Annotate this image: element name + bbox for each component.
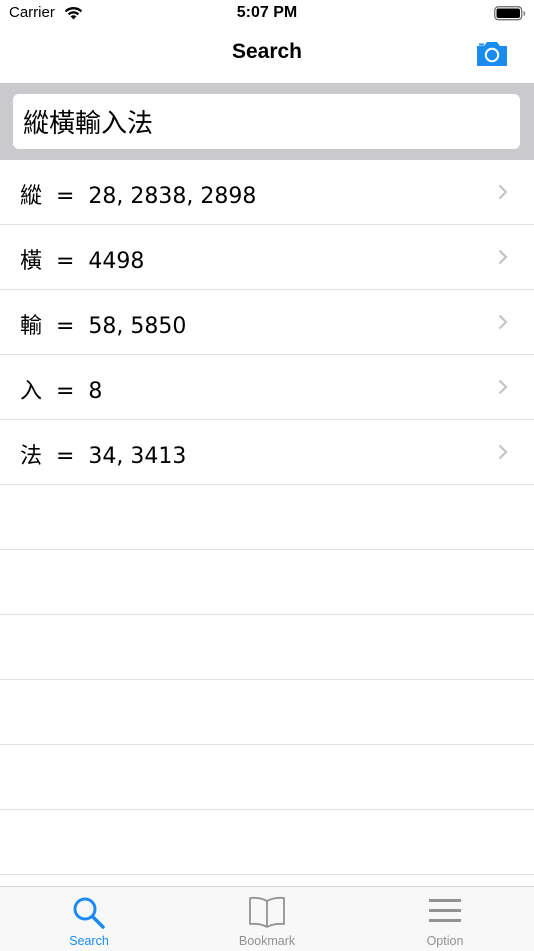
camera-button[interactable]	[475, 40, 509, 68]
chevron-right-icon	[498, 444, 508, 460]
tab-search[interactable]: Search	[0, 887, 178, 951]
battery-icon	[494, 6, 526, 25]
menu-icon	[429, 899, 461, 922]
empty-row	[0, 550, 534, 615]
search-bar	[0, 83, 534, 160]
empty-row	[0, 615, 534, 680]
result-text: 橫 = 4498	[20, 249, 145, 274]
chevron-right-icon	[498, 314, 508, 330]
result-text: 輸 = 58, 5850	[20, 314, 187, 339]
tab-bookmark[interactable]: Bookmark	[178, 887, 356, 951]
empty-row	[0, 485, 534, 550]
navigation-bar: Search	[0, 28, 534, 82]
status-bar: Carrier 5:07 PM	[0, 0, 534, 28]
chevron-right-icon	[498, 249, 508, 265]
result-text: 縱 = 28, 2838, 2898	[20, 184, 257, 209]
tab-bar: Search Bookmark Option	[0, 886, 534, 951]
result-text: 入 = 8	[20, 379, 103, 404]
result-row[interactable]: 輸 = 58, 5850	[0, 290, 534, 355]
chevron-right-icon	[498, 379, 508, 395]
empty-row	[0, 680, 534, 745]
empty-row	[0, 810, 534, 875]
result-row[interactable]: 入 = 8	[0, 355, 534, 420]
tab-label: Bookmark	[238, 934, 296, 948]
result-list: 縱 = 28, 2838, 2898 橫 = 4498 輸 = 58, 5850…	[0, 160, 534, 875]
result-text: 法 = 34, 3413	[20, 444, 187, 469]
result-row[interactable]: 橫 = 4498	[0, 225, 534, 290]
tab-label: Option	[426, 934, 464, 948]
chevron-right-icon	[498, 184, 508, 200]
tab-option[interactable]: Option	[356, 887, 534, 951]
book-icon	[249, 896, 285, 928]
empty-row	[0, 745, 534, 810]
page-title: Search	[231, 40, 303, 63]
tab-label: Search	[69, 934, 109, 948]
search-input[interactable]	[13, 94, 520, 149]
result-row[interactable]: 縱 = 28, 2838, 2898	[0, 160, 534, 225]
search-icon	[73, 897, 105, 929]
result-row[interactable]: 法 = 34, 3413	[0, 420, 534, 485]
status-time: 5:07 PM	[236, 4, 298, 21]
camera-icon	[477, 42, 507, 66]
